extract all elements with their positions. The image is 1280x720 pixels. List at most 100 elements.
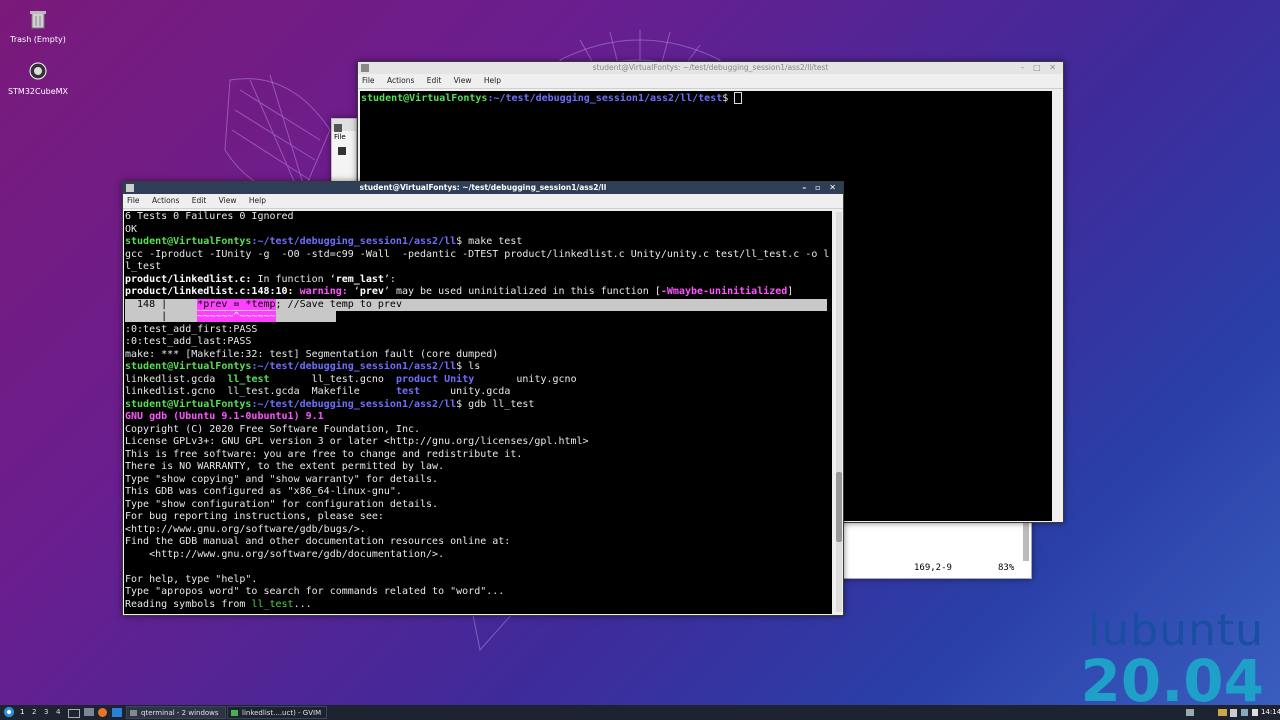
file-entry: linkedlist.gcno ll_test.gcda Makefile bbox=[125, 386, 396, 397]
menu-edit[interactable]: Edit bbox=[192, 196, 207, 205]
function-name: rem_last bbox=[335, 273, 384, 285]
front-terminal-scrollbar[interactable] bbox=[836, 212, 842, 612]
firefox-icon[interactable] bbox=[98, 708, 107, 717]
menu-edit[interactable]: Edit bbox=[427, 76, 442, 85]
prompt-path: :~/test/debugging_session1/ass2/ll bbox=[251, 398, 457, 410]
volume-icon[interactable] bbox=[1252, 709, 1258, 716]
term-line: This is free software: you are free to c… bbox=[125, 448, 523, 460]
terminal-icon bbox=[130, 710, 137, 716]
clipboard-icon[interactable] bbox=[1230, 709, 1237, 717]
term-line: :0:test_add_first:PASS bbox=[125, 323, 258, 335]
back-terminal-title: student@VirtualFontys: ~/test/debugging_… bbox=[592, 63, 829, 72]
prompt-user: student@VirtualFontys bbox=[125, 398, 252, 410]
executable-entry: ll_test bbox=[227, 373, 270, 385]
mini-window[interactable]: File bbox=[331, 118, 357, 186]
task-label: linkedlist....uct) - GVIM bbox=[242, 709, 322, 717]
workspace-4[interactable]: 4 bbox=[56, 705, 60, 720]
term-line: OK bbox=[125, 223, 138, 235]
front-terminal-window[interactable]: student@VirtualFontys: ~/test/debugging_… bbox=[122, 181, 844, 616]
menu-actions[interactable]: Actions bbox=[152, 196, 179, 205]
network-tray-icon[interactable] bbox=[1241, 709, 1248, 716]
gutter: | bbox=[125, 311, 198, 322]
term-line: Type "apropos word" to search for comman… bbox=[125, 586, 505, 597]
term-line: For bug reporting instructions, please s… bbox=[125, 511, 384, 522]
term-text: ] bbox=[787, 286, 794, 297]
window-controls[interactable]: – ▫ ✕ bbox=[802, 182, 839, 194]
term-line: <http://www.gnu.org/software/gdb/bugs/>. bbox=[125, 523, 366, 535]
brand-version: 20.04 bbox=[1080, 647, 1264, 715]
warning-flag: -Wmaybe-uninitialized bbox=[660, 286, 788, 297]
menu-help[interactable]: Help bbox=[484, 76, 501, 85]
variable-name: prev bbox=[359, 286, 384, 297]
gdb-banner: GNU gdb (Ubuntu 9.1-0ubuntu1) 9.1 bbox=[125, 411, 324, 422]
highlighted-code: *prev = *temp bbox=[197, 298, 276, 310]
term-text: ... bbox=[293, 598, 312, 610]
file-entry: ll_test.gcno bbox=[269, 373, 396, 385]
workspace-3[interactable]: 3 bbox=[44, 705, 48, 720]
file-entry: unity.gcda bbox=[420, 386, 511, 397]
term-line: Find the GDB manual and other documentat… bbox=[125, 536, 511, 547]
menu-actions[interactable]: Actions bbox=[387, 76, 414, 85]
command: $ gdb ll_test bbox=[456, 398, 535, 410]
file-manager-icon[interactable] bbox=[84, 708, 94, 716]
trash-label: Trash (Empty) bbox=[10, 35, 66, 44]
directory-entry: product bbox=[395, 373, 439, 385]
command: $ ls bbox=[456, 361, 481, 372]
trash-icon bbox=[30, 11, 46, 29]
term-text: Reading symbols from bbox=[125, 598, 252, 610]
gvim-cursor-position: 169,2-9 bbox=[914, 563, 952, 573]
term-line: For help, type "help". bbox=[125, 573, 258, 585]
term-line: Copyright (C) 2020 Free Software Foundat… bbox=[125, 423, 421, 435]
save-icon[interactable] bbox=[338, 147, 346, 155]
caret-marker: ~~~~~~^~~~~~~ bbox=[197, 311, 276, 322]
menu-view[interactable]: View bbox=[219, 196, 237, 205]
trash-desktop-icon[interactable]: Trash (Empty) bbox=[3, 8, 73, 44]
prompt-path: :~/test/debugging_session1/ass2/ll/test bbox=[487, 93, 723, 104]
term-text: ‘ bbox=[347, 286, 360, 297]
term-line bbox=[125, 561, 832, 574]
menu-file[interactable]: File bbox=[127, 196, 140, 205]
front-terminal-menubar: File Actions Edit View Help bbox=[123, 194, 843, 209]
gear-icon bbox=[29, 62, 47, 80]
front-terminal-titlebar[interactable]: student@VirtualFontys: ~/test/debugging_… bbox=[123, 182, 843, 194]
folder-icon[interactable] bbox=[1218, 709, 1227, 716]
warning-label: warning: bbox=[293, 286, 348, 297]
menu-help[interactable]: Help bbox=[249, 196, 266, 205]
term-line: There is NO WARRANTY, to the extent perm… bbox=[125, 461, 445, 472]
warning-location: product/linkedlist.c:148:10: bbox=[125, 286, 294, 297]
back-terminal-menubar: File Actions Edit View Help bbox=[358, 74, 1063, 89]
directory-entry: Unity bbox=[444, 373, 475, 385]
back-terminal-titlebar[interactable]: student@VirtualFontys: ~/test/debugging_… bbox=[358, 62, 1063, 74]
front-terminal-title: student@VirtualFontys: ~/test/debugging_… bbox=[359, 183, 607, 192]
window-controls[interactable]: – □ ✕ bbox=[1021, 62, 1059, 74]
term-line: License GPLv3+: GNU GPL version 3 or lat… bbox=[125, 436, 589, 447]
workspace-2[interactable]: 2 bbox=[32, 705, 36, 720]
lubuntu-menu-icon[interactable] bbox=[3, 706, 15, 718]
scrollbar-thumb[interactable] bbox=[836, 472, 842, 542]
taskbar: 1 2 3 4 qterminal - 2 windows linkedlist… bbox=[0, 705, 1280, 720]
term-line: 6 Tests 0 Failures 0 Ignored bbox=[125, 211, 294, 222]
front-terminal-output[interactable]: 6 Tests 0 Failures 0 Ignored OK student@… bbox=[124, 211, 832, 614]
gvim-scroll-percent: 83% bbox=[998, 563, 1015, 573]
prompt-path: :~/test/debugging_session1/ass2/ll bbox=[251, 236, 457, 247]
network-icon[interactable] bbox=[1186, 709, 1194, 716]
file-entry: linkedlist.gcda bbox=[125, 373, 228, 385]
clock[interactable]: 14:14 bbox=[1261, 705, 1280, 720]
menu-view[interactable]: View bbox=[454, 76, 472, 85]
file-entry: unity.gcno bbox=[474, 373, 577, 385]
prompt-path: :~/test/debugging_session1/ass2/ll bbox=[251, 361, 457, 372]
stm32cubemx-desktop-icon[interactable]: STM32CubeMX bbox=[3, 60, 73, 96]
term-text: ’: bbox=[383, 273, 396, 285]
show-desktop-icon[interactable] bbox=[68, 709, 80, 718]
lubuntu-branding: lubuntu 20.04 bbox=[1080, 605, 1264, 715]
term-line: Type "show copying" and "show warranty" … bbox=[125, 473, 439, 485]
task-gvim[interactable]: linkedlist....uct) - GVIM bbox=[227, 706, 327, 719]
terminal-launcher-icon[interactable] bbox=[112, 708, 122, 717]
workspace-1[interactable]: 1 bbox=[20, 705, 24, 720]
task-qterminal[interactable]: qterminal - 2 windows bbox=[126, 706, 226, 719]
mini-menu-file[interactable]: File bbox=[332, 131, 356, 143]
term-line: make: *** [Makefile:32: test] Segmentati… bbox=[125, 348, 499, 360]
gvim-window[interactable]: 169,2-9 83% bbox=[820, 515, 1032, 579]
menu-file[interactable]: File bbox=[362, 76, 375, 85]
source-file: product/linkedlist.c: bbox=[125, 273, 252, 285]
